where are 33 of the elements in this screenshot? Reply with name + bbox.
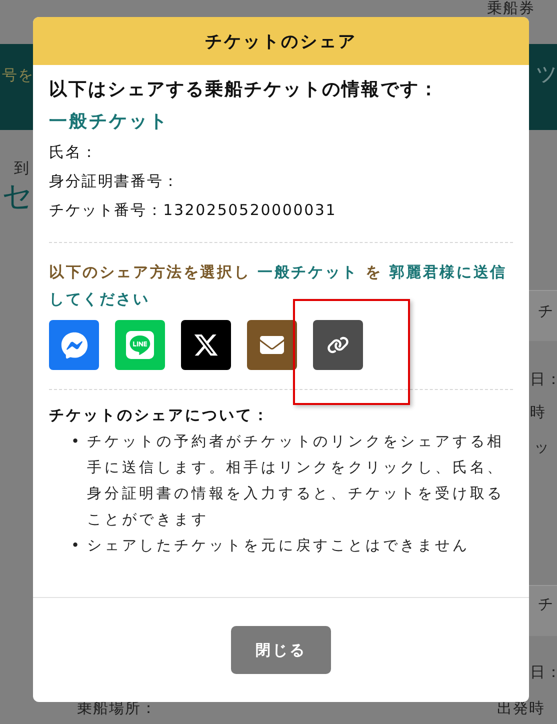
ticket-field: 氏名： bbox=[49, 143, 513, 162]
dialog-title: チケットのシェア bbox=[205, 30, 357, 52]
ticket-field: チケット番号：1320250520000031 bbox=[49, 201, 513, 220]
ticket-type: 一般チケット bbox=[49, 110, 170, 133]
notes-title: チケットのシェアについて： bbox=[49, 406, 271, 425]
ticket-field: 身分証明書番号： bbox=[49, 172, 513, 191]
close-button[interactable]: 閉じる bbox=[231, 626, 331, 674]
intro-text: 以下はシェアする乗船チケットの情報です： bbox=[49, 78, 440, 101]
x-logo-icon bbox=[193, 332, 219, 358]
share-button[interactable] bbox=[313, 320, 363, 370]
link-icon bbox=[327, 334, 349, 356]
messenger-icon bbox=[60, 332, 88, 358]
background-text: セ bbox=[2, 180, 34, 213]
background-text: 出発時 bbox=[497, 700, 545, 716]
background-text: 号を bbox=[2, 67, 34, 84]
background-text: ッ bbox=[533, 58, 557, 87]
bullet-marker: • bbox=[71, 537, 79, 556]
share-button[interactable] bbox=[247, 320, 297, 370]
background-text: 乗船券 bbox=[487, 0, 535, 16]
background-text: ッ bbox=[534, 439, 550, 456]
envelope-icon bbox=[260, 333, 284, 357]
note-item: シェアしたチケットを元に戻すことはできません bbox=[87, 537, 471, 556]
background-text: チ bbox=[538, 303, 554, 320]
bullet-marker: • bbox=[71, 433, 79, 452]
background-text: 時 bbox=[530, 404, 546, 420]
background-text: 日： bbox=[530, 664, 557, 680]
background-text: 到 bbox=[14, 160, 30, 176]
share-button[interactable] bbox=[181, 320, 231, 370]
note-item: チケットの予約者がチケットのリンクをシェアする相手に送信します。相手はリンクをクリックし、氏名、身分証明書の情報を入力すると、チケットを受け取ることができます bbox=[87, 433, 506, 530]
background-text: 日： bbox=[530, 371, 557, 388]
background-text: チ bbox=[538, 596, 554, 612]
share-instruction: 以下のシェア方法を選択し 一般チケット を 郭麗君様に送信してください bbox=[49, 262, 508, 310]
line-icon bbox=[126, 331, 154, 359]
